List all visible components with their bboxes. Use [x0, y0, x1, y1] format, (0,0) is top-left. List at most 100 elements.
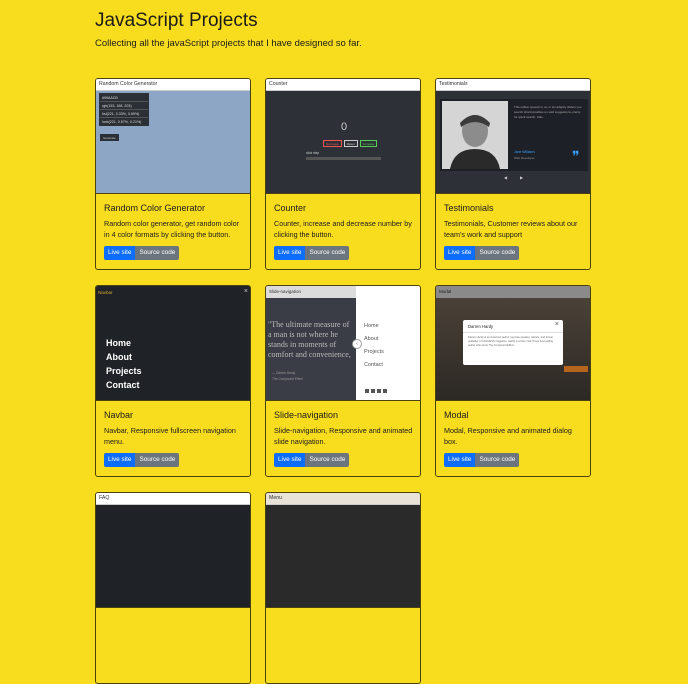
card-title: Counter	[274, 203, 307, 213]
thumbnail-title-bar: Slide-navigation	[266, 286, 359, 298]
page-title: JavaScript Projects	[95, 10, 258, 31]
color-format-list: #99AACB rgb(153, 168, 203) hsl(221, 0.33…	[99, 93, 149, 126]
format-rgb: rgb(153, 168, 203)	[100, 102, 148, 110]
card-buttons: Live site Source code	[274, 453, 414, 467]
decrease-button: Decrease	[323, 140, 342, 147]
card-body: Modal Modal, Responsive and animated dia…	[444, 410, 584, 467]
linkedin-icon	[383, 389, 387, 393]
card-body: Navbar Navbar, Responsive fullscreen nav…	[104, 410, 244, 467]
nav-link-about: About	[106, 352, 132, 362]
card-title: Testimonials	[444, 203, 494, 213]
testimonial-box: This edition speech in us, in sin adeptl…	[440, 99, 588, 171]
source-code-button[interactable]: Source code	[135, 453, 180, 467]
slide-link-about: About	[364, 336, 379, 342]
card-buttons: Live site Source code	[274, 246, 414, 260]
quote-icon: ❞	[572, 148, 580, 164]
project-thumbnail: Modal Darren Hardy × Darren Hardy is an …	[436, 286, 590, 401]
project-card-testimonials: Testimonials This edition speech in us, …	[435, 78, 591, 270]
card-text: Testimonials, Customer reviews about our…	[444, 219, 578, 239]
next-icon: ▶	[520, 175, 524, 180]
testimonial-role: Web Developer	[514, 156, 535, 160]
card-buttons: Live site Source code	[444, 453, 584, 467]
project-thumbnail: Counter 0 Decrease Reset Increase click …	[266, 79, 420, 194]
facebook-icon	[365, 389, 369, 393]
step-slider	[306, 157, 381, 160]
twitter-icon	[371, 389, 375, 393]
nav-link-contact: Contact	[106, 380, 140, 390]
project-thumbnail: Random Color Generator #99AACB rgb(153, …	[96, 79, 250, 194]
card-title: Modal	[444, 410, 469, 420]
live-site-button[interactable]: Live site	[274, 246, 306, 260]
prev-icon: ◀	[504, 175, 508, 180]
generate-button: Generate	[100, 134, 119, 141]
source-code-button[interactable]: Source code	[305, 246, 350, 260]
card-title: Navbar	[104, 410, 134, 420]
card-text: Modal, Responsive and animated dialog bo…	[444, 426, 572, 446]
modal-title: Darren Hardy	[468, 324, 494, 329]
slide-link-projects: Projects	[364, 349, 384, 355]
card-buttons: Live site Source code	[104, 246, 244, 260]
slide-link-contact: Contact	[364, 362, 383, 368]
card-text: Slide-navigation, Responsive and animate…	[274, 426, 413, 446]
slide-author: — Darren Hardy	[272, 371, 296, 375]
project-card-faq: FAQ	[95, 492, 251, 684]
step-label: click step	[306, 151, 320, 155]
chevron-left-icon: ‹	[352, 339, 362, 349]
increase-button: Increase	[359, 140, 378, 147]
project-card-counter: Counter 0 Decrease Reset Increase click …	[265, 78, 421, 270]
card-buttons: Live site Source code	[104, 453, 244, 467]
close-icon: ×	[243, 288, 248, 295]
project-card-random-color: Random Color Generator #99AACB rgb(153, …	[95, 78, 251, 270]
project-card-menu: Menu	[265, 492, 421, 684]
source-code-button[interactable]: Source code	[475, 453, 520, 467]
instagram-icon	[377, 389, 381, 393]
project-thumbnail: FAQ	[96, 493, 250, 608]
slide-menu-panel: Home About Projects Contact	[356, 286, 420, 400]
source-code-button[interactable]: Source code	[305, 453, 350, 467]
live-site-button[interactable]: Live site	[444, 246, 476, 260]
slide-link-home: Home	[364, 323, 379, 329]
testimonial-name: Jane Williams	[514, 150, 535, 154]
nav-link-home: Home	[106, 338, 132, 348]
live-site-button[interactable]: Live site	[104, 246, 136, 260]
card-text: Navbar, Responsive fullscreen navigation…	[104, 426, 236, 446]
format-hex: #99AACB	[100, 94, 148, 102]
page-subtitle: Collecting all the javaScript projects t…	[95, 38, 362, 49]
project-card-navbar: Navbar × Home About Projects Contact Nav…	[95, 285, 251, 477]
close-icon: ×	[554, 321, 559, 328]
live-site-button[interactable]: Live site	[104, 453, 136, 467]
source-code-button[interactable]: Source code	[135, 246, 180, 260]
open-modal-button	[564, 366, 588, 372]
project-thumbnail: Menu	[266, 493, 420, 608]
thumbnail-title-bar: FAQ	[96, 493, 250, 505]
modal-dialog: Darren Hardy × Darren Hardy is an Americ…	[463, 320, 563, 365]
thumbnail-title-bar: Modal	[436, 286, 590, 298]
project-card-slide-navigation: Slide-navigation "The ultimate measure o…	[265, 285, 421, 477]
portrait-image	[442, 101, 508, 169]
project-thumbnail: Testimonials This edition speech in us, …	[436, 79, 590, 194]
slide-menu-links: Home About Projects Contact	[364, 320, 384, 372]
modal-text: Darren Hardy is an American author, keyn…	[468, 336, 554, 347]
project-thumbnail: Navbar × Home About Projects Contact	[96, 286, 250, 401]
thumbnail-title-bar: Testimonials	[436, 79, 590, 91]
live-site-button[interactable]: Live site	[444, 453, 476, 467]
card-title: Slide-navigation	[274, 410, 339, 420]
slide-quote: "The ultimate measure of a man is not wh…	[268, 320, 351, 359]
social-icons	[365, 389, 387, 393]
card-body: Testimonials Testimonials, Customer revi…	[444, 203, 584, 260]
thumbnail-title-bar: Counter	[266, 79, 420, 91]
project-thumbnail: Slide-navigation "The ultimate measure o…	[266, 286, 420, 401]
thumbnail-title-bar: Random Color Generator	[96, 79, 250, 91]
project-card-modal: Modal Darren Hardy × Darren Hardy is an …	[435, 285, 591, 477]
slide-book: The Compound Effect	[272, 377, 304, 381]
testimonial-quote: This edition speech in us, in sin adeptl…	[514, 105, 582, 119]
card-text: Random color generator, get random color…	[104, 219, 240, 239]
counter-value: 0	[340, 121, 348, 133]
person-icon	[442, 101, 508, 169]
thumbnail-title-bar: Menu	[266, 493, 420, 505]
source-code-button[interactable]: Source code	[475, 246, 520, 260]
live-site-button[interactable]: Live site	[274, 453, 306, 467]
reset-button: Reset	[343, 140, 358, 147]
format-hsl: hsl(221, 0.33%, 0.69%)	[100, 110, 148, 118]
card-buttons: Live site Source code	[444, 246, 584, 260]
